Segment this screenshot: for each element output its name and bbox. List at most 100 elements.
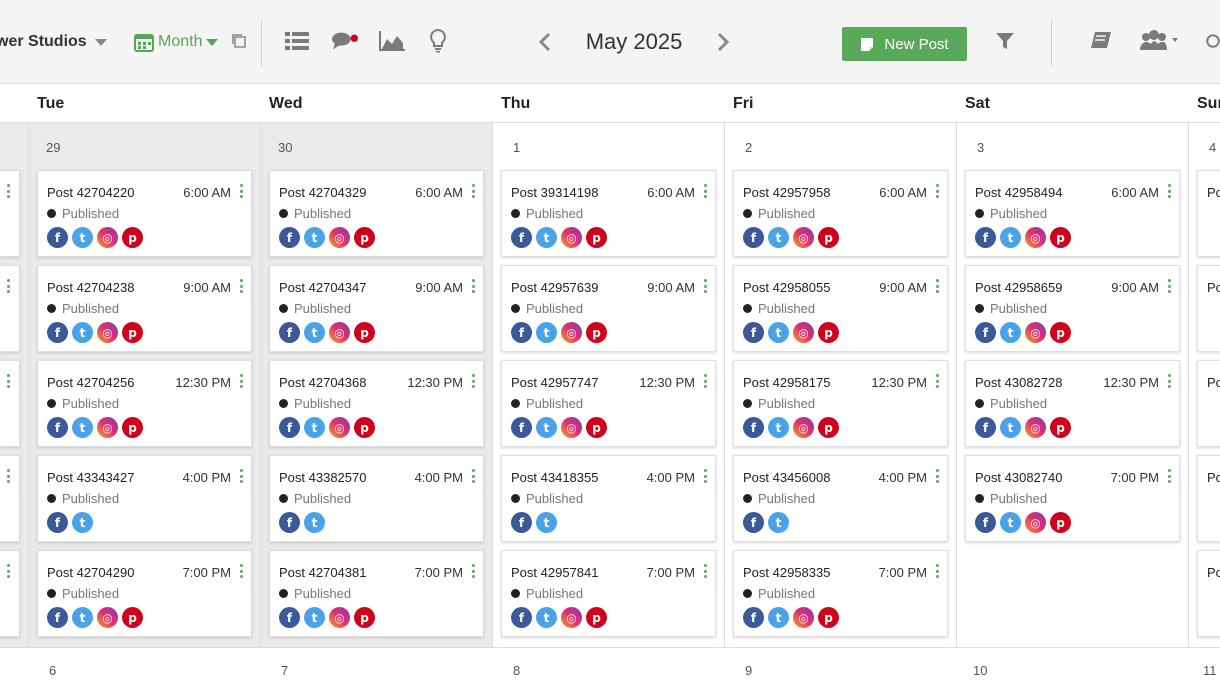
post-card[interactable]: Post 42704238 9:00 AM Published f t ◎ p [37, 265, 252, 352]
post-card[interactable]: Post 43418355 4:00 PM Published f t [501, 455, 716, 542]
more-menu-icon[interactable] [703, 564, 707, 578]
post-card[interactable]: Post 42704290 7:00 PM Published f t ◎ p [37, 550, 252, 637]
post-card-partial[interactable] [0, 550, 20, 637]
post-card[interactable]: Post 42957841 7:00 PM Published f t ◎ p [501, 550, 716, 637]
more-menu-icon[interactable] [935, 564, 939, 578]
post-title: Post 42957958 [743, 185, 831, 200]
filter-icon[interactable] [992, 28, 1018, 54]
network-icons: f t ◎ p [975, 512, 1071, 533]
post-card[interactable]: Post 39314198 6:00 AM Published f t ◎ p [501, 170, 716, 257]
more-menu-icon[interactable] [239, 184, 243, 198]
more-menu-icon[interactable] [935, 279, 939, 293]
more-menu-icon[interactable] [7, 469, 11, 483]
status-label: Published [294, 396, 352, 411]
more-menu-icon[interactable] [239, 564, 243, 578]
more-menu-icon[interactable] [239, 469, 243, 483]
status-dot-icon [511, 494, 520, 503]
post-card[interactable]: Post 42704256 12:30 PM Published f t ◎ p [37, 360, 252, 447]
more-menu-icon[interactable] [703, 374, 707, 388]
post-card[interactable]: Post 43382570 4:00 PM Published f t [269, 455, 484, 542]
more-menu-icon[interactable] [7, 279, 11, 293]
post-card[interactable]: Post 43456008 4:00 PM Published f t [733, 455, 948, 542]
more-menu-icon[interactable] [935, 184, 939, 198]
facebook-icon: f [975, 512, 996, 533]
more-menu-icon[interactable] [935, 469, 939, 483]
post-card[interactable]: Post 42958659 9:00 AM Published f t ◎ p [965, 265, 1180, 352]
post-card[interactable]: Post 43082740 7:00 PM Published f t ◎ p [965, 455, 1180, 542]
status-badge: Published [279, 206, 351, 221]
facebook-icon: f [975, 227, 996, 248]
view-selector[interactable]: Month [134, 0, 219, 84]
chat-icon[interactable] [332, 28, 358, 54]
more-menu-icon[interactable] [471, 374, 475, 388]
status-dot-icon [47, 304, 56, 313]
post-card-partial[interactable] [0, 455, 20, 542]
users-icon[interactable] [1140, 28, 1184, 54]
post-card[interactable]: Post 42958335 7:00 PM Published f t ◎ p [733, 550, 948, 637]
post-card-partial[interactable]: Po [1197, 265, 1220, 352]
post-card[interactable]: Post 42704368 12:30 PM Published f t ◎ p [269, 360, 484, 447]
twitter-icon: t [1000, 227, 1021, 248]
more-menu-icon[interactable] [471, 469, 475, 483]
more-menu-icon[interactable] [703, 184, 707, 198]
post-card[interactable]: Post 42957639 9:00 AM Published f t ◎ p [501, 265, 716, 352]
more-menu-icon[interactable] [1167, 279, 1171, 293]
prev-arrow-icon[interactable] [530, 27, 560, 57]
post-card[interactable]: Post 42957958 6:00 AM Published f t ◎ p [733, 170, 948, 257]
post-title: Post 42704256 [47, 375, 135, 390]
analytics-icon[interactable] [379, 28, 405, 54]
instagram-icon: ◎ [793, 227, 814, 248]
list-view-icon[interactable] [284, 28, 310, 54]
post-card[interactable]: Post 42704220 6:00 AM Published f t ◎ p [37, 170, 252, 257]
post-card[interactable]: Post 42704347 9:00 AM Published f t ◎ p [269, 265, 484, 352]
more-menu-icon[interactable] [7, 374, 11, 388]
settings-icon[interactable] [1206, 28, 1220, 54]
new-post-button[interactable]: New Post [842, 27, 967, 61]
calendar-icon [134, 34, 154, 52]
post-card-partial[interactable] [0, 360, 20, 447]
status-label: Published [758, 396, 816, 411]
post-card-partial[interactable]: Po [1197, 455, 1220, 542]
post-card-partial[interactable]: Po [1197, 170, 1220, 257]
more-menu-icon[interactable] [703, 279, 707, 293]
more-menu-icon[interactable] [471, 184, 475, 198]
post-card-partial[interactable] [0, 170, 20, 257]
lightbulb-icon[interactable] [425, 28, 451, 54]
status-dot-icon [47, 494, 56, 503]
copy-icon[interactable] [226, 28, 252, 54]
post-card[interactable]: Post 42957747 12:30 PM Published f t ◎ p [501, 360, 716, 447]
more-menu-icon[interactable] [239, 279, 243, 293]
more-menu-icon[interactable] [1167, 374, 1171, 388]
more-menu-icon[interactable] [703, 469, 707, 483]
post-card-partial[interactable] [0, 265, 20, 352]
post-title: Post 42957639 [511, 280, 599, 295]
post-card[interactable]: Post 42704329 6:00 AM Published f t ◎ p [269, 170, 484, 257]
post-title: Post 42958659 [975, 280, 1063, 295]
post-card-partial[interactable]: Po [1197, 360, 1220, 447]
instagram-icon: ◎ [561, 417, 582, 438]
more-menu-icon[interactable] [935, 374, 939, 388]
post-card-partial[interactable]: Po [1197, 550, 1220, 637]
instagram-icon: ◎ [329, 417, 350, 438]
post-card[interactable]: Post 42958055 9:00 AM Published f t ◎ p [733, 265, 948, 352]
twitter-icon: t [304, 322, 325, 343]
next-arrow-icon[interactable] [708, 27, 738, 57]
pinterest-icon: p [122, 607, 143, 628]
more-menu-icon[interactable] [471, 564, 475, 578]
pinterest-icon: p [354, 227, 375, 248]
more-menu-icon[interactable] [1167, 469, 1171, 483]
post-card[interactable]: Post 42958494 6:00 AM Published f t ◎ p [965, 170, 1180, 257]
account-selector[interactable]: wer Studios [0, 0, 107, 84]
post-card[interactable]: Post 42704381 7:00 PM Published f t ◎ p [269, 550, 484, 637]
post-card[interactable]: Post 42958175 12:30 PM Published f t ◎ p [733, 360, 948, 447]
network-icons: ft [47, 512, 93, 533]
post-card[interactable]: Post 43343427 4:00 PM Published f t [37, 455, 252, 542]
post-title: Post 42704381 [279, 565, 367, 580]
more-menu-icon[interactable] [7, 184, 11, 198]
post-card[interactable]: Post 43082728 12:30 PM Published f t ◎ p [965, 360, 1180, 447]
more-menu-icon[interactable] [7, 564, 11, 578]
more-menu-icon[interactable] [239, 374, 243, 388]
book-icon[interactable] [1088, 28, 1114, 54]
more-menu-icon[interactable] [1167, 184, 1171, 198]
more-menu-icon[interactable] [471, 279, 475, 293]
